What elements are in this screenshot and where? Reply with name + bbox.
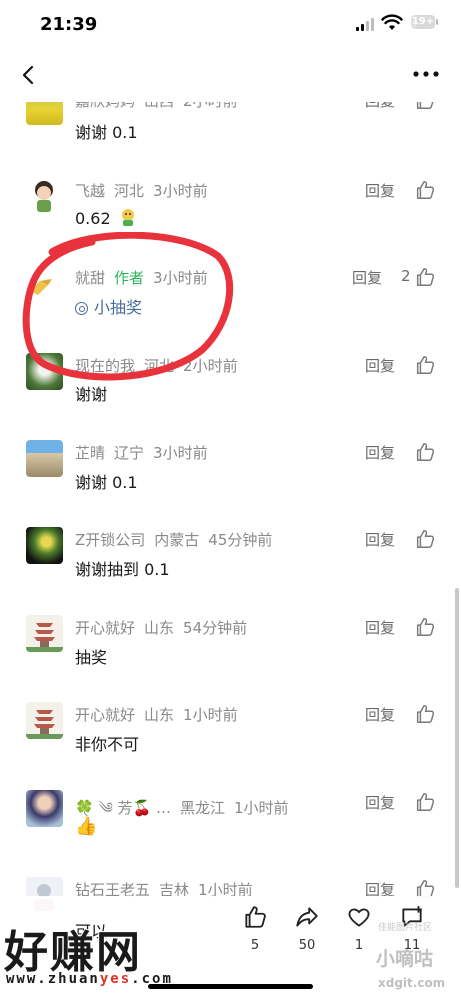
like-count: 5 bbox=[250, 938, 260, 953]
reply-button[interactable]: 回复 bbox=[365, 792, 395, 813]
comment-item: 开心就好 山东 54分钟前 抽奖 回复 bbox=[0, 603, 461, 689]
watermark-small-text: 佳能图片社区 bbox=[378, 923, 433, 933]
comment-text: 0.62 bbox=[75, 209, 111, 228]
comment-author[interactable]: 飞越 bbox=[75, 182, 105, 200]
comment-text: 👍 bbox=[75, 816, 98, 837]
comment-region: 辽宁 bbox=[114, 444, 145, 462]
reply-button[interactable]: 回复 bbox=[365, 529, 395, 550]
thumbs-up-icon[interactable] bbox=[414, 354, 436, 376]
avatar[interactable] bbox=[26, 790, 63, 827]
comment-time: 1小时前 bbox=[234, 799, 289, 817]
reply-button[interactable]: 回复 bbox=[365, 617, 395, 638]
comment-time: 54分钟前 bbox=[183, 619, 248, 637]
like-count: 2 bbox=[401, 267, 411, 285]
author-badge: 作者 bbox=[114, 269, 145, 287]
like-action[interactable]: 5 bbox=[231, 904, 279, 953]
reply-button[interactable]: 回复 bbox=[365, 704, 395, 725]
comment-time: 3小时前 bbox=[153, 444, 208, 462]
nav-bar bbox=[0, 50, 461, 102]
chevron-left-icon[interactable] bbox=[14, 60, 44, 90]
lottery-link[interactable]: 小抽奖 bbox=[75, 294, 142, 318]
comment-item: 现在的我 河北 2小时前 谢谢 回复 bbox=[0, 341, 461, 427]
comment-item: 就甜 作者 3小时前 小抽奖 回复 2 bbox=[0, 253, 461, 339]
comment-item: 开心就好 山东 1小时前 非你不可 回复 bbox=[0, 690, 461, 776]
comment-region: 内蒙古 bbox=[154, 531, 200, 549]
comment-author[interactable]: 芷晴 bbox=[75, 444, 105, 462]
thumbs-up-icon[interactable] bbox=[414, 179, 436, 201]
reply-button[interactable]: 回复 bbox=[365, 355, 395, 376]
share-icon bbox=[296, 907, 318, 927]
thumbs-up-icon[interactable] bbox=[414, 791, 436, 813]
comment-text: 谢谢 0.1 bbox=[75, 123, 138, 142]
avatar[interactable] bbox=[26, 440, 63, 477]
comment-region: 山东 bbox=[144, 619, 175, 637]
comment-author[interactable]: Z开锁公司 bbox=[75, 531, 145, 549]
comment-text: 谢谢 bbox=[75, 385, 108, 404]
thumbs-up-icon[interactable] bbox=[414, 703, 436, 725]
avatar[interactable] bbox=[26, 265, 63, 302]
comment-text: 非你不可 bbox=[75, 735, 140, 754]
comment-time: 1小时前 bbox=[183, 706, 238, 724]
comment-item: 🍀 ༄ 芳🍒 … 黑龙江 1小时前 👍 回复 bbox=[0, 778, 461, 864]
comment-item: 芷晴 辽宁 3小时前 谢谢 0.1 回复 bbox=[0, 428, 461, 514]
home-indicator[interactable] bbox=[148, 984, 313, 989]
comment-author[interactable]: 开心就好 bbox=[75, 706, 135, 724]
lottery-icon bbox=[75, 302, 88, 315]
comment-author[interactable]: 🍀 ༄ 芳🍒 … bbox=[75, 799, 171, 817]
thumbs-up-icon[interactable] bbox=[414, 616, 436, 638]
reply-button[interactable]: 回复 bbox=[365, 442, 395, 463]
sticker-emoji-icon bbox=[121, 209, 134, 226]
comment-author[interactable]: 就甜 bbox=[75, 269, 105, 287]
thumbs-up-icon[interactable] bbox=[414, 266, 436, 288]
avatar[interactable] bbox=[26, 615, 63, 652]
comment-time: 3小时前 bbox=[153, 182, 208, 200]
comment-text: 谢谢抽到 0.1 bbox=[75, 560, 170, 579]
thumbs-up-icon[interactable] bbox=[414, 441, 436, 463]
comment-region: 河北 bbox=[114, 182, 145, 200]
comment-author[interactable]: 现在的我 bbox=[75, 357, 135, 375]
share-action[interactable]: 50 bbox=[283, 904, 331, 953]
watermark-site: xdgit.com bbox=[378, 976, 446, 990]
comment-item: Z开锁公司 内蒙古 45分钟前 谢谢抽到 0.1 回复 bbox=[0, 515, 461, 601]
thumbs-up-icon[interactable] bbox=[414, 528, 436, 550]
comment-region: 河北 bbox=[144, 357, 175, 375]
scrollbar[interactable] bbox=[455, 588, 459, 888]
heart-icon bbox=[348, 908, 370, 927]
watermark-logo-right: 佳能图片社区 小嘀咕 xdgit.com bbox=[370, 916, 460, 996]
thumbs-up-icon bbox=[245, 906, 266, 928]
comment-time: 3小时前 bbox=[153, 269, 208, 287]
comment-region: 山东 bbox=[144, 706, 175, 724]
comment-list: 嘉欣妈妈山西2小时前 谢谢 0.1 回复 飞越河北3小时前 0.62 回复 就甜… bbox=[0, 0, 461, 1000]
comment-text: 抽奖 bbox=[75, 648, 108, 667]
watermark-brand-right: 小嘀咕 bbox=[376, 948, 434, 970]
comment-time: 2小时前 bbox=[183, 357, 238, 375]
comment-item: 飞越 河北 3小时前 0.62 回复 bbox=[0, 166, 461, 252]
avatar[interactable] bbox=[26, 353, 63, 390]
comment-region: 黑龙江 bbox=[179, 799, 225, 817]
more-dots-icon[interactable] bbox=[411, 64, 441, 84]
share-count: 50 bbox=[298, 938, 316, 953]
reply-button[interactable]: 回复 bbox=[352, 267, 382, 288]
avatar[interactable] bbox=[26, 527, 63, 564]
comment-text: 谢谢 0.1 bbox=[75, 473, 138, 492]
comment-time: 45分钟前 bbox=[208, 531, 273, 549]
avatar[interactable] bbox=[26, 702, 63, 739]
avatar[interactable] bbox=[26, 178, 63, 215]
comment-text: 小抽奖 bbox=[94, 298, 143, 317]
reply-button[interactable]: 回复 bbox=[365, 180, 395, 201]
comment-author[interactable]: 开心就好 bbox=[75, 619, 135, 637]
